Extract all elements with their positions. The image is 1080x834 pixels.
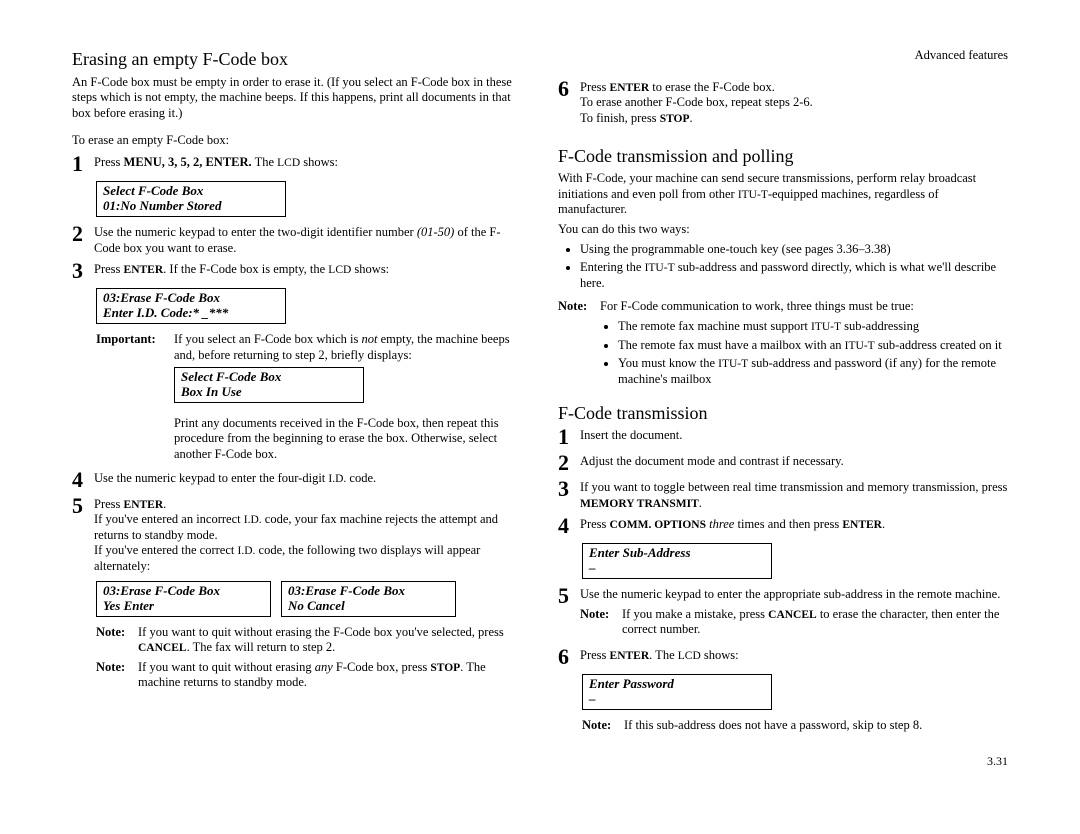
list-item: Entering the ITU-T sub-address and passw… (580, 260, 1008, 291)
step-2: 2 Use the numeric keypad to enter the tw… (72, 225, 522, 256)
lcd-display: Enter Sub-Address – (582, 543, 772, 579)
tstep-3: 3 If you want to toggle between real tim… (558, 480, 1008, 511)
right-column: Advanced features 6 Press ENTER to erase… (558, 48, 1008, 769)
step-body: Adjust the document mode and contrast if… (580, 454, 1008, 470)
step-number: 6 (558, 646, 580, 668)
heading-erasing: Erasing an empty F-Code box (72, 48, 522, 71)
step-1: 1 Press MENU, 3, 5, 2, ENTER. The LCD sh… (72, 155, 522, 175)
step-4: 4 Use the numeric keypad to enter the fo… (72, 471, 522, 491)
page-number: 3.31 (558, 754, 1008, 769)
important-followup: Print any documents received in the F-Co… (174, 416, 522, 463)
intro-text: An F-Code box must be empty in order to … (72, 75, 522, 122)
tstep-5: 5 Use the numeric keypad to enter the ap… (558, 587, 1008, 642)
heading-transmission-polling: F-Code transmission and polling (558, 145, 1008, 168)
note-block: Note: If you want to quit without erasin… (96, 625, 522, 656)
lcd-display: Select F-Code Box Box In Use (174, 367, 364, 403)
lcd-display: 03:Erase F-Code Box Enter I.D. Code:* _*… (96, 288, 286, 324)
note-block: Note: If this sub-address does not have … (582, 718, 1008, 734)
note-block: Note: If you want to quit without erasin… (96, 660, 522, 691)
step-number: 3 (558, 478, 580, 500)
left-column: Erasing an empty F-Code box An F-Code bo… (72, 48, 522, 769)
step-body: Press COMM. OPTIONS three times and then… (580, 517, 1008, 533)
step-number: 5 (72, 495, 94, 517)
lcd-display: Select F-Code Box 01:No Number Stored (96, 181, 286, 217)
lead-text: To erase an empty F-Code box: (72, 133, 522, 149)
step-number: 1 (558, 426, 580, 448)
step-body: Use the numeric keypad to enter the appr… (580, 587, 1008, 642)
note-block: Note: If you make a mistake, press CANCE… (580, 607, 1008, 638)
lcd-pair: 03:Erase F-Code Box Yes Enter 03:Erase F… (96, 581, 522, 617)
step-number: 4 (72, 469, 94, 491)
step-6: 6 Press ENTER to erase the F-Code box. T… (558, 80, 1008, 127)
tstep-1: 1 Insert the document. (558, 428, 1008, 448)
step-number: 5 (558, 585, 580, 607)
list-item: The remote fax must have a mailbox with … (618, 338, 1008, 354)
list-item: The remote fax machine must support ITU-… (618, 319, 1008, 335)
step-body: Press MENU, 3, 5, 2, ENTER. The LCD show… (94, 155, 522, 171)
step-5: 5 Press ENTER. If you've entered an inco… (72, 497, 522, 575)
step-body: Press ENTER. If you've entered an incorr… (94, 497, 522, 575)
tstep-2: 2 Adjust the document mode and contrast … (558, 454, 1008, 474)
step-number: 4 (558, 515, 580, 537)
step-body: Press ENTER. If the F-Code box is empty,… (94, 262, 522, 278)
important-note: Important: If you select an F-Code box w… (96, 332, 522, 363)
step-body: Insert the document. (580, 428, 1008, 444)
lcd-display: Enter Password – (582, 674, 772, 710)
tstep-6: 6 Press ENTER. The LCD shows: (558, 648, 1008, 668)
bullet-list: Using the programmable one-touch key (se… (568, 242, 1008, 292)
step-body: Press ENTER to erase the F-Code box. To … (580, 80, 1008, 127)
sub-bullet-list: The remote fax machine must support ITU-… (606, 319, 1008, 388)
page: Erasing an empty F-Code box An F-Code bo… (0, 0, 1080, 801)
step-body: Use the numeric keypad to enter the four… (94, 471, 522, 487)
step-number: 2 (558, 452, 580, 474)
paragraph: With F-Code, your machine can send secur… (558, 171, 1008, 218)
list-item: Using the programmable one-touch key (se… (580, 242, 1008, 258)
note-block: Note: For F-Code communication to work, … (558, 299, 1008, 315)
step-body: Use the numeric keypad to enter the two-… (94, 225, 522, 256)
list-item: You must know the ITU-T sub-address and … (618, 356, 1008, 387)
lcd-display: 03:Erase F-Code Box Yes Enter (96, 581, 271, 617)
tstep-4: 4 Press COMM. OPTIONS three times and th… (558, 517, 1008, 537)
step-body: Press ENTER. The LCD shows: (580, 648, 1008, 664)
heading-fcode-transmission: F-Code transmission (558, 402, 1008, 425)
step-body: If you want to toggle between real time … (580, 480, 1008, 511)
step-3: 3 Press ENTER. If the F-Code box is empt… (72, 262, 522, 282)
section-header: Advanced features (558, 48, 1008, 64)
step-number: 6 (558, 78, 580, 100)
lcd-display: 03:Erase F-Code Box No Cancel (281, 581, 456, 617)
step-number: 1 (72, 153, 94, 175)
step-number: 2 (72, 223, 94, 245)
step-number: 3 (72, 260, 94, 282)
paragraph: You can do this two ways: (558, 222, 1008, 238)
